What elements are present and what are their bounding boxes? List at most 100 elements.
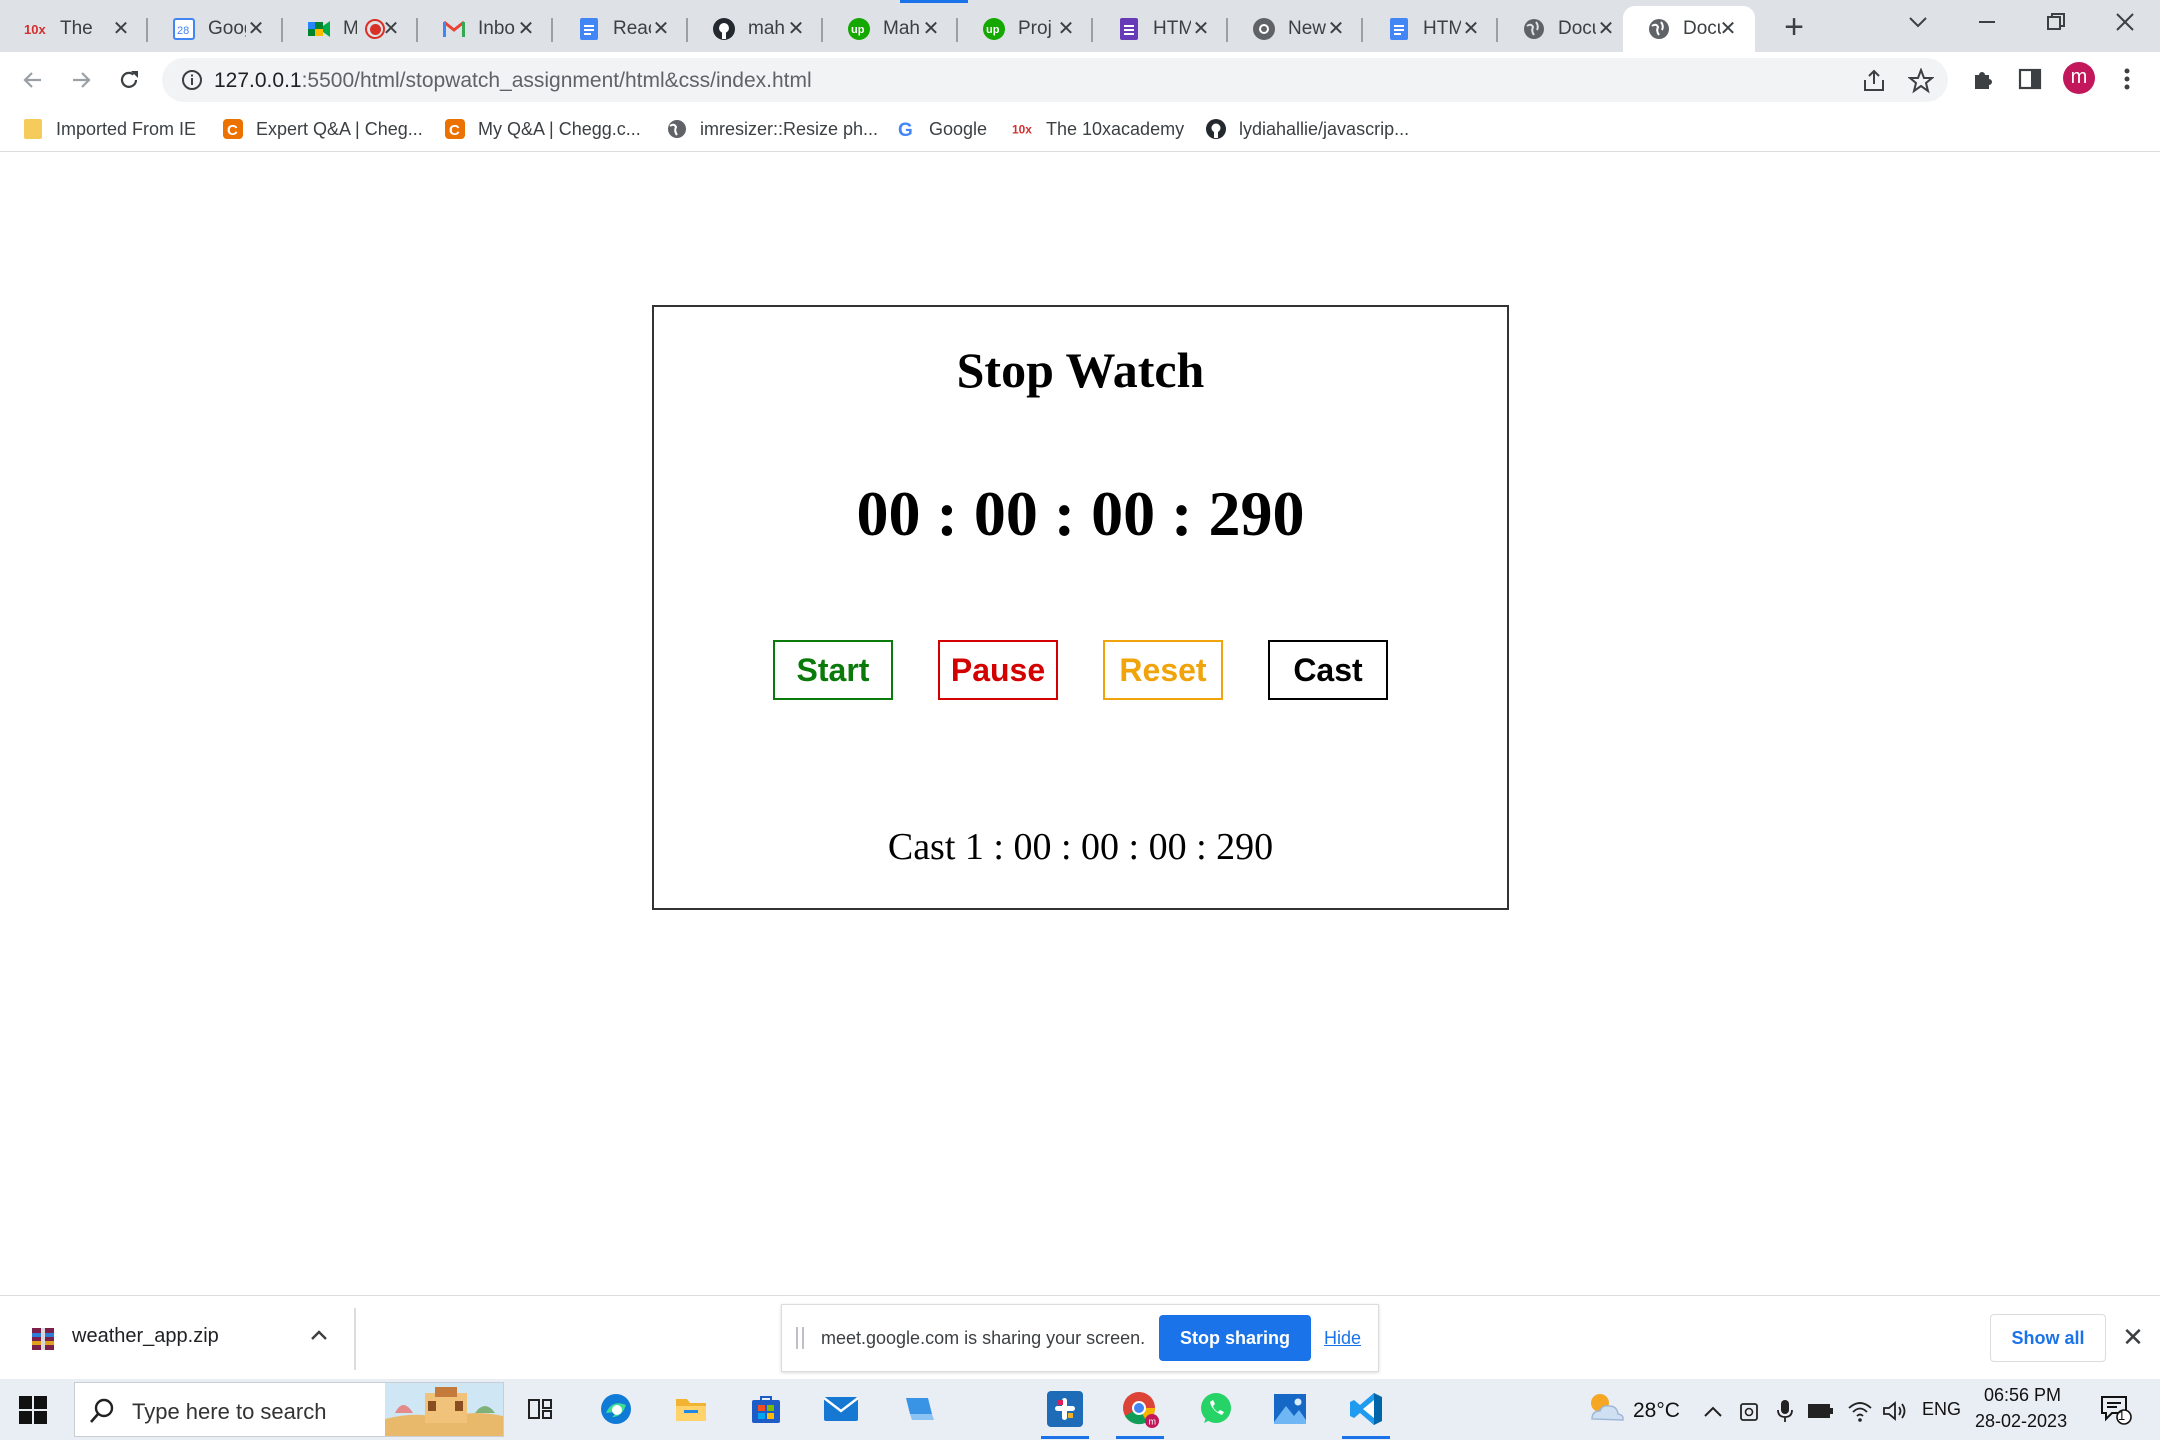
url-text: 127.0.0.1:5500/html/stopwatch_assignment… [214, 69, 812, 93]
close-tab-icon[interactable]: ✕ [380, 18, 402, 40]
close-tab-icon[interactable]: ✕ [110, 18, 132, 40]
globe-icon [666, 118, 688, 140]
menu-kebab-icon[interactable] [2112, 64, 2142, 94]
address-bar[interactable]: 127.0.0.1:5500/html/stopwatch_assignment… [162, 58, 1948, 102]
close-tab-icon[interactable]: ✕ [1190, 18, 1212, 40]
pc-app-icon[interactable] [896, 1387, 940, 1431]
close-download-bar-icon[interactable]: ✕ [2120, 1324, 2146, 1350]
microphone-icon[interactable] [1772, 1389, 1798, 1433]
drag-handle-icon[interactable] [796, 1327, 804, 1349]
meet-icon [307, 17, 331, 41]
bookmark-imresizer[interactable]: imresizer::Resize ph... [666, 114, 878, 144]
tab-10x[interactable]: 10x The ✕ [0, 6, 148, 52]
share-icon[interactable] [1861, 68, 1887, 94]
chevron-up-icon[interactable] [308, 1324, 330, 1346]
url-path: :5500/html/stopwatch_assignment/html&css… [301, 69, 812, 92]
tab-docs-react[interactable]: Reac ✕ [553, 6, 688, 52]
microsoft-store-icon[interactable] [744, 1387, 788, 1431]
tab-calendar[interactable]: 28 Goog ✕ [148, 6, 283, 52]
clock-time[interactable]: 06:56 PM [1984, 1385, 2061, 1406]
bookmark-google[interactable]: G Google [895, 114, 987, 144]
vscode-icon[interactable] [1342, 1387, 1390, 1439]
svg-text:28: 28 [177, 25, 189, 37]
bookmark-lydiahallie[interactable]: lydiahallie/javascrip... [1205, 114, 1409, 144]
battery-icon[interactable] [1806, 1389, 1836, 1433]
tab-upwork-2[interactable]: up Proj ✕ [958, 6, 1093, 52]
tab-document-1[interactable]: Docu ✕ [1498, 6, 1633, 52]
whatsapp-icon[interactable] [1194, 1387, 1238, 1431]
meet-now-icon[interactable] [1737, 1389, 1763, 1433]
bookmark-10xacademy[interactable]: 10x The 10xacademy [1012, 114, 1184, 144]
close-tab-icon[interactable]: ✕ [1717, 18, 1739, 40]
tab-document-active[interactable]: Docu ✕ [1623, 6, 1755, 52]
close-tab-icon[interactable]: ✕ [785, 18, 807, 40]
edge-icon[interactable] [594, 1387, 638, 1431]
forms-icon [1117, 17, 1141, 41]
bookmark-star-icon[interactable] [1907, 67, 1935, 94]
back-button[interactable] [13, 60, 53, 100]
extensions-icon[interactable] [1968, 64, 1998, 94]
new-tab-button[interactable]: + [1774, 8, 1814, 48]
forward-button[interactable] [61, 60, 101, 100]
show-all-button[interactable]: Show all [1990, 1314, 2106, 1362]
close-tab-icon[interactable]: ✕ [920, 18, 942, 40]
slack-icon[interactable] [1041, 1387, 1089, 1439]
side-panel-icon[interactable] [2015, 64, 2045, 94]
wifi-icon[interactable] [1845, 1389, 1875, 1433]
tab-gmail[interactable]: Inbo ✕ [418, 6, 553, 52]
tab-title: M [343, 18, 357, 39]
weather-icon[interactable] [1584, 1387, 1628, 1431]
site-info-icon[interactable] [180, 68, 204, 92]
bookmark-my-qa[interactable]: C My Q&A | Chegg.c... [444, 114, 641, 144]
close-tab-icon[interactable]: ✕ [245, 18, 267, 40]
tab-github[interactable]: mah ✕ [688, 6, 823, 52]
taskbar-search[interactable]: Type here to search [74, 1382, 504, 1437]
stop-sharing-button[interactable]: Stop sharing [1159, 1315, 1311, 1361]
volume-icon[interactable] [1880, 1389, 1910, 1433]
close-tab-icon[interactable]: ✕ [515, 18, 537, 40]
hide-link[interactable]: Hide [1324, 1328, 1361, 1349]
cast-entry: Cast 1 : 00 : 00 : 00 : 290 [887, 826, 1274, 868]
close-tab-icon[interactable]: ✕ [1325, 18, 1347, 40]
clock-date[interactable]: 28-02-2023 [1975, 1411, 2067, 1432]
tab-search-icon[interactable] [1887, 0, 1949, 44]
mail-icon[interactable] [819, 1387, 863, 1431]
chegg-icon: C [444, 118, 466, 140]
start-button[interactable]: Start [773, 640, 893, 700]
close-tab-icon[interactable]: ✕ [1055, 18, 1077, 40]
bookmark-expert-qa[interactable]: C Expert Q&A | Cheg... [222, 114, 423, 144]
close-window-button[interactable] [2094, 0, 2156, 44]
tab-title: Docu [1683, 18, 1721, 39]
tab-title: Goog [208, 18, 246, 39]
restore-button[interactable] [2025, 0, 2087, 44]
minimize-button[interactable] [1956, 0, 2018, 44]
input-language[interactable]: ENG [1922, 1399, 1961, 1420]
close-tab-icon[interactable]: ✕ [1595, 18, 1617, 40]
divider [354, 1308, 356, 1370]
reload-button[interactable] [109, 60, 149, 100]
profile-avatar[interactable]: m [2063, 62, 2095, 94]
tab-title: HTM [1423, 18, 1461, 39]
show-hidden-icons-chevron-icon[interactable] [1700, 1389, 1726, 1433]
tab-new[interactable]: New ✕ [1228, 6, 1363, 52]
photos-icon[interactable] [1268, 1387, 1312, 1431]
pause-button[interactable]: Pause [938, 640, 1058, 700]
cast-button[interactable]: Cast [1268, 640, 1388, 700]
windows-start-icon[interactable] [18, 1395, 48, 1425]
download-file-name[interactable]: weather_app.zip [72, 1325, 219, 1348]
reset-button[interactable]: Reset [1103, 640, 1223, 700]
tab-upwork-1[interactable]: up Mah ✕ [823, 6, 958, 52]
download-bar: weather_app.zip meet.google.com is shari… [0, 1295, 2160, 1379]
tab-forms[interactable]: HTM ✕ [1093, 6, 1228, 52]
tab-docs-html[interactable]: HTM ✕ [1363, 6, 1498, 52]
task-view-icon[interactable] [518, 1387, 562, 1431]
close-tab-icon[interactable]: ✕ [1460, 18, 1482, 40]
bookmark-imported-from-ie[interactable]: Imported From IE [22, 114, 196, 144]
file-explorer-icon[interactable] [669, 1387, 713, 1431]
close-tab-icon[interactable]: ✕ [650, 18, 672, 40]
notification-center-icon[interactable] [2096, 1387, 2136, 1431]
tab-meet[interactable]: M ✕ [283, 6, 418, 52]
url-host: 127.0.0.1 [214, 69, 302, 92]
chrome-icon[interactable]: m [1116, 1387, 1164, 1439]
winrar-archive-icon [30, 1326, 56, 1352]
